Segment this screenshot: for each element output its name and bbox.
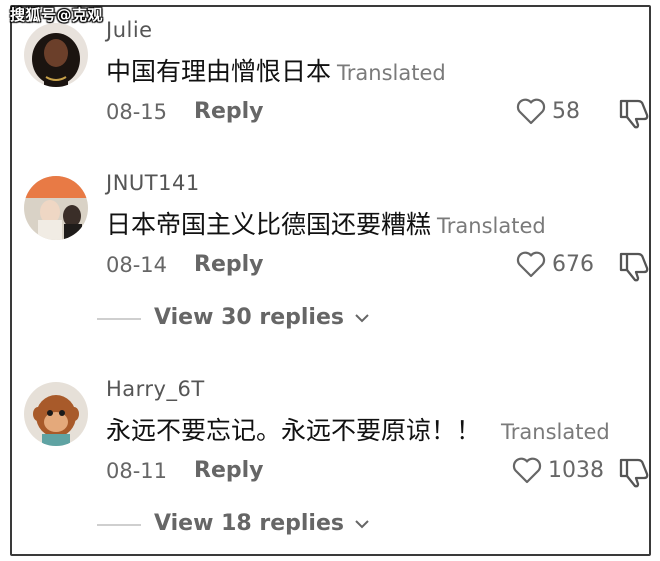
divider-line xyxy=(97,318,141,320)
username[interactable]: JNUT141 xyxy=(106,171,200,195)
chevron-down-icon xyxy=(354,520,369,529)
translated-label[interactable]: Translated xyxy=(437,214,546,238)
view-replies-label[interactable]: View 18 replies xyxy=(154,511,370,536)
dislike-icon[interactable] xyxy=(618,456,652,488)
comment-text: 永远不要忘记。永远不要原谅！！ Translated xyxy=(106,411,610,447)
view-replies-label[interactable]: View 30 replies xyxy=(154,305,370,330)
comment-text: 日本帝国主义比德国还要糟糕 Translated xyxy=(106,205,546,241)
avatar[interactable] xyxy=(24,176,88,240)
chevron-down-icon xyxy=(354,314,369,323)
comment-date: 08-11 xyxy=(106,459,168,483)
heart-icon xyxy=(516,251,546,278)
like-button[interactable]: 676 xyxy=(516,250,594,278)
like-count: 676 xyxy=(552,251,594,277)
like-button[interactable]: 1038 xyxy=(512,456,604,484)
username[interactable]: Harry_6T xyxy=(106,377,205,401)
comment-item: Harry_6T 永远不要忘记。永远不要原谅！！ Translated 08-11… xyxy=(0,0,660,488)
comment-body: 日本帝国主义比德国还要糟糕 xyxy=(106,210,432,239)
comment-body: 永远不要忘记。永远不要原谅！！ xyxy=(106,416,482,445)
reply-button[interactable]: Reply xyxy=(194,252,264,277)
like-count: 1038 xyxy=(548,457,604,483)
reply-button[interactable]: Reply xyxy=(194,458,264,483)
avatar[interactable] xyxy=(24,382,88,446)
comment-date: 08-14 xyxy=(106,253,168,277)
heart-icon xyxy=(512,457,542,484)
translated-label[interactable]: Translated xyxy=(501,420,610,444)
divider-line xyxy=(97,524,141,526)
dislike-icon[interactable] xyxy=(618,250,652,282)
